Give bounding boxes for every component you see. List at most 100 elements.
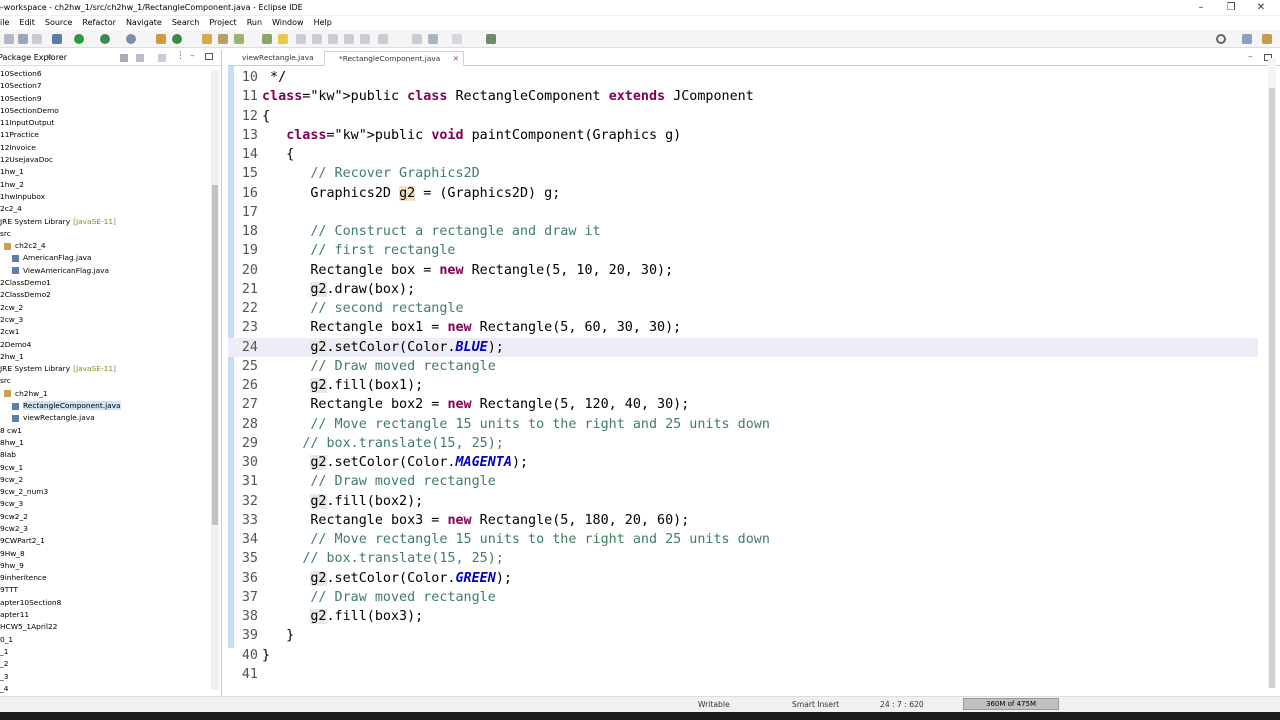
tree-item[interactable]: 2cw1 [0, 326, 208, 338]
code-line[interactable]: 35 // box.translate(15, 25); [228, 549, 1258, 568]
code-line[interactable]: 16 Graphics2D g2 = (Graphics2D) g; [228, 184, 1258, 203]
tree-item[interactable]: 9TTT [0, 584, 208, 596]
save-all-icon[interactable] [32, 34, 42, 44]
tree-item[interactable]: 11InputOutput [0, 117, 208, 129]
code-line[interactable]: 17 [228, 203, 1258, 222]
tree-item[interactable]: 9cw_3 [0, 498, 208, 510]
code-line[interactable]: 22 // second rectangle [228, 299, 1258, 318]
code-line[interactable]: 30 g2.setColor(Color.MAGENTA); [228, 453, 1258, 472]
code-line[interactable]: 14 { [228, 145, 1258, 164]
tree-item[interactable]: ViewAmericanFlag.java [0, 265, 208, 277]
menu-edit[interactable]: Edit [19, 16, 35, 29]
tree-item[interactable]: 9CWPart2_1 [0, 535, 208, 547]
code-line[interactable]: 36 g2.setColor(Color.GREEN); [228, 569, 1258, 588]
tree-item[interactable]: 8lab [0, 449, 208, 461]
tree-item[interactable]: apter11 [0, 609, 208, 621]
open-task-icon[interactable] [218, 34, 228, 44]
code-line[interactable]: 32 g2.fill(box2); [228, 492, 1258, 511]
minimize-icon[interactable]: – [1192, 2, 1210, 13]
code-line[interactable]: 13 class="kw">public void paintComponent… [228, 126, 1258, 145]
whitespace-icon[interactable] [328, 34, 338, 44]
block-select-icon[interactable] [296, 34, 306, 44]
menu-window[interactable]: Window [272, 16, 304, 29]
code-line[interactable]: 40} [228, 646, 1258, 665]
close-tab-icon[interactable]: ✕ [453, 52, 459, 66]
coverage-icon[interactable] [100, 34, 110, 44]
tree-item[interactable]: 9cw2_2 [0, 511, 208, 523]
code-line[interactable]: 33 Rectangle box3 = new Rectangle(5, 180… [228, 511, 1258, 530]
tab-viewrectangle[interactable]: viewRectangle.java [228, 51, 322, 66]
tree-item[interactable]: 2cw_2 [0, 302, 208, 314]
tree-item[interactable]: 8 cw1 [0, 425, 208, 437]
tree-item[interactable]: 10Section9 [0, 93, 208, 105]
tree-item[interactable]: JRE System Library [JavaSE-11] [0, 363, 208, 375]
tree-item[interactable]: 9hw_9 [0, 560, 208, 572]
run-icon[interactable] [74, 34, 84, 44]
tree-item[interactable]: HCW5_1April22 [0, 621, 208, 633]
tree-item[interactable]: 0_1 [0, 634, 208, 646]
pin-editor-icon[interactable] [486, 34, 496, 44]
tree-item[interactable]: 12Invoice [0, 142, 208, 154]
menu-file[interactable]: File [0, 16, 9, 29]
code-line[interactable]: 28 // Move rectangle 15 units to the rig… [228, 415, 1258, 434]
code-line[interactable]: 26 g2.fill(box1); [228, 376, 1258, 395]
menu-project[interactable]: Project [209, 16, 236, 29]
tree-item[interactable]: src [0, 228, 208, 240]
explorer-scroll-thumb[interactable] [212, 185, 218, 525]
tree-item[interactable]: _1 [0, 646, 208, 658]
tree-item[interactable]: 9Hw_8 [0, 548, 208, 560]
tree-item[interactable]: ch2hw_1 [0, 388, 208, 400]
code-line[interactable]: 34 // Move rectangle 15 units to the rig… [228, 530, 1258, 549]
code-line[interactable]: 37 // Draw moved rectangle [228, 588, 1258, 607]
tree-item[interactable]: 2cw_3 [0, 314, 208, 326]
debug-icon[interactable] [52, 34, 62, 44]
collapse-all-icon[interactable] [120, 54, 128, 62]
save-icon[interactable] [18, 34, 28, 44]
code-line[interactable]: 11 class="kw">public class RectangleCompo… [228, 87, 1258, 106]
mark-occurrences-icon[interactable] [262, 34, 272, 44]
tree-item[interactable]: apter10Section8 [0, 597, 208, 609]
new-package-icon[interactable] [156, 34, 166, 44]
code-line[interactable]: 25 // Draw moved rectangle [228, 357, 1258, 376]
heap-status[interactable]: 360M of 475M [963, 698, 1059, 710]
prev-annotation-icon[interactable] [378, 34, 388, 44]
tree-item[interactable]: 1hw_1 [0, 166, 208, 178]
code-line[interactable]: 19 // first rectangle [228, 241, 1258, 260]
editor-scroll-thumb[interactable] [1269, 88, 1275, 688]
code-line[interactable]: 24 g2.setColor(Color.BLUE); [228, 337, 1258, 357]
tree-item[interactable]: src [0, 375, 208, 387]
tree-item[interactable]: AmericanFlag.java [0, 252, 208, 264]
menu-source[interactable]: Source [45, 16, 72, 29]
menu-help[interactable]: Help [314, 16, 332, 29]
code-line[interactable]: 31 // Draw moved rectangle [228, 472, 1258, 491]
open-type-icon[interactable] [202, 34, 212, 44]
code-line[interactable]: 15 // Recover Graphics2D [228, 164, 1258, 183]
explorer-scrollbar[interactable] [211, 70, 219, 690]
tree-item[interactable]: 12UsejavaDoc [0, 154, 208, 166]
menu-navigate[interactable]: Navigate [126, 16, 162, 29]
word-wrap-icon[interactable] [312, 34, 322, 44]
link-editor-icon[interactable] [136, 54, 144, 62]
forward-icon[interactable] [452, 34, 462, 44]
close-view-icon[interactable]: ✕ [46, 53, 53, 62]
tree-item[interactable]: 2ClassDemo2 [0, 289, 208, 301]
code-line[interactable]: 23 Rectangle box1 = new Rectangle(5, 60,… [228, 318, 1258, 337]
code-line[interactable]: 10 */ [228, 68, 1258, 87]
search-tool-icon[interactable] [234, 34, 244, 44]
menu-search[interactable]: Search [172, 16, 199, 29]
tree-item[interactable]: 9inheritence [0, 572, 208, 584]
code-line[interactable]: 12{ [228, 107, 1258, 126]
tree-item[interactable]: _3 [0, 671, 208, 683]
code-line[interactable]: 20 Rectangle box = new Rectangle(5, 10, … [228, 261, 1258, 280]
maximize-view-icon[interactable] [205, 53, 213, 60]
view-menu-icon[interactable]: ⋮ [176, 51, 185, 61]
tree-item[interactable]: 10SectionDemo [0, 105, 208, 117]
editor-minimize-icon[interactable]: – [1248, 52, 1253, 62]
tree-item[interactable]: 1hw_2 [0, 179, 208, 191]
java-perspective-icon[interactable] [1262, 34, 1272, 44]
tree-item[interactable]: 10Section6 [0, 68, 208, 80]
code-line[interactable]: 27 Rectangle box2 = new Rectangle(5, 120… [228, 395, 1258, 414]
tree-item[interactable]: 2ClassDemo1 [0, 277, 208, 289]
tree-item[interactable]: RectangleComponent.java [0, 400, 208, 412]
close-icon[interactable]: ✕ [1252, 2, 1270, 13]
